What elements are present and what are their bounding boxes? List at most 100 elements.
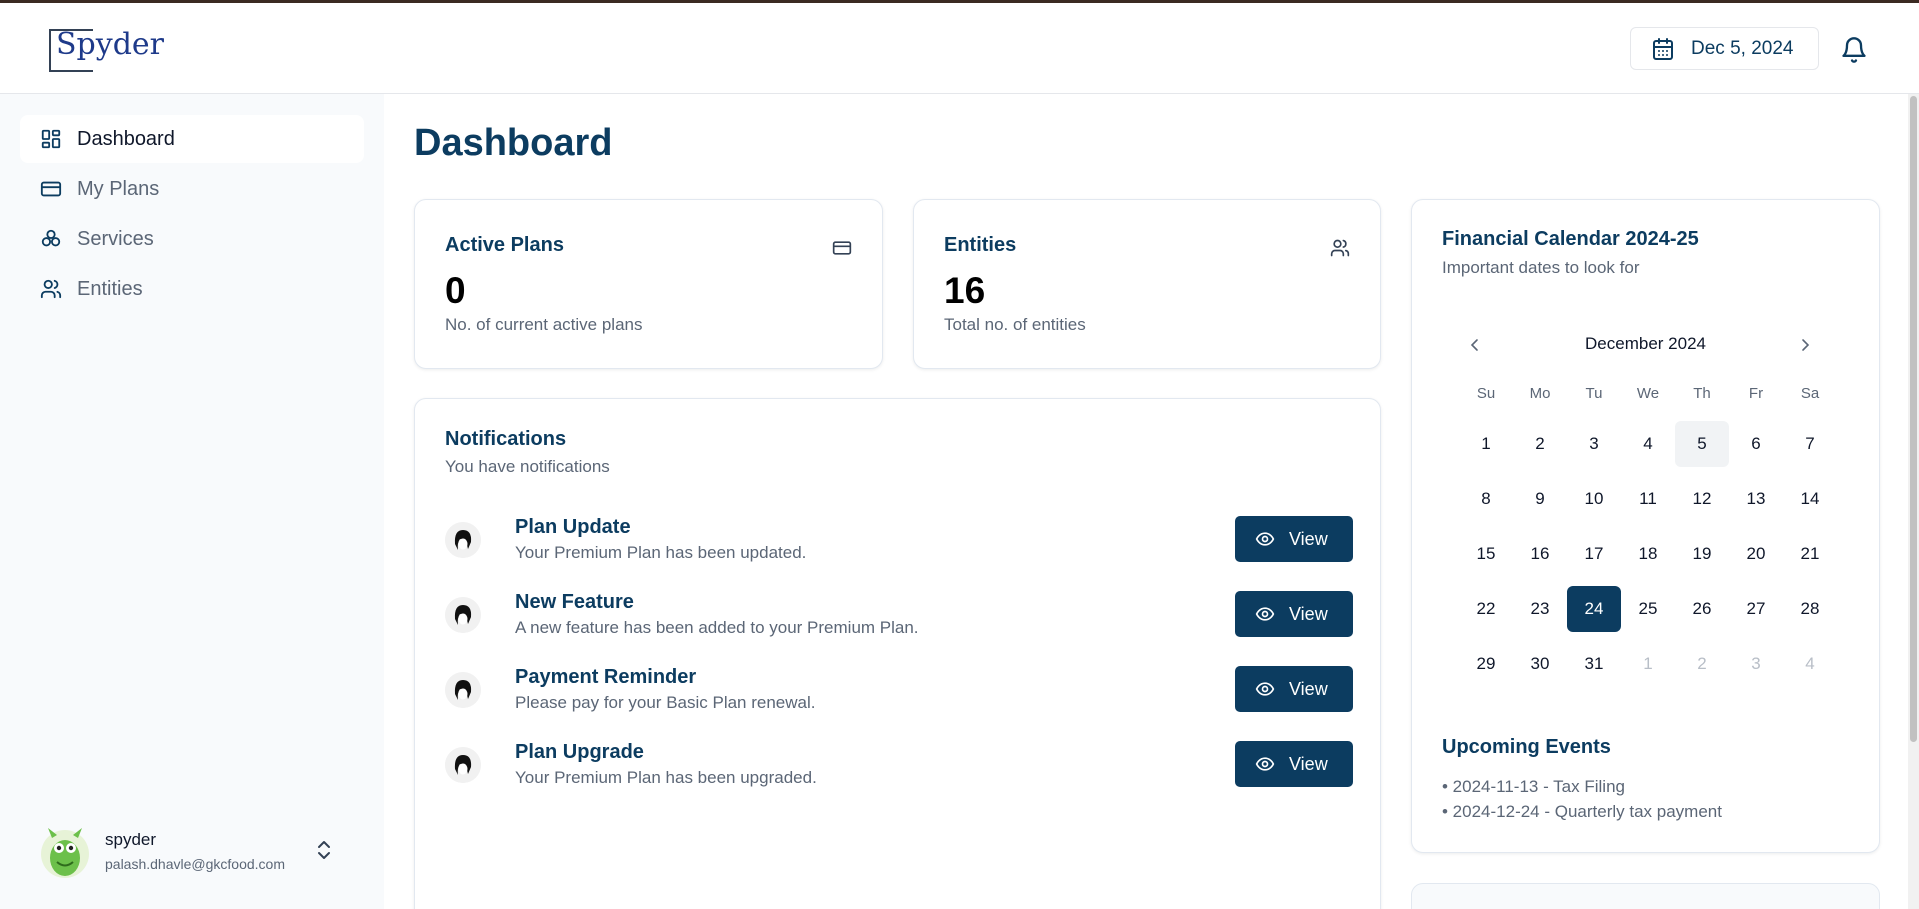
bell-icon[interactable]	[1840, 35, 1868, 65]
stat-title: Active Plans	[445, 234, 564, 256]
page-title: Dashboard	[414, 122, 613, 164]
notification-avatar	[445, 747, 481, 783]
notification-title: Plan Update	[515, 516, 631, 538]
upcoming-events-list: • 2024-11-13 - Tax Filing • 2024-12-24 -…	[1442, 774, 1722, 824]
top-header: Spyder Dec 5, 2024	[0, 3, 1919, 94]
calendar-day[interactable]: 15	[1459, 531, 1513, 577]
users-icon	[1330, 239, 1350, 257]
notification-avatar	[445, 597, 481, 633]
eye-icon	[1255, 532, 1275, 546]
sidebar-item-label: Dashboard	[77, 127, 175, 150]
calendar-day[interactable]: 13	[1729, 476, 1783, 522]
logo-text: Spyder	[56, 27, 165, 62]
stat-value: 0	[445, 270, 466, 311]
notification-description: Your Premium Plan has been upgraded.	[515, 768, 817, 787]
calendar-day[interactable]: 8	[1459, 476, 1513, 522]
layout-dashboard-icon	[41, 129, 61, 149]
notifications-title: Notifications	[445, 428, 567, 450]
financial-calendar-card: Financial Calendar 2024-25 Important dat…	[1411, 199, 1880, 853]
scrollbar-thumb[interactable]	[1910, 96, 1917, 742]
avatar	[41, 828, 89, 878]
notification-title: Payment Reminder	[515, 666, 697, 688]
event-item: • 2024-12-24 - Quarterly tax payment	[1442, 802, 1722, 821]
stat-title: Entities	[944, 234, 1017, 256]
calendar-day[interactable]: 4	[1621, 421, 1675, 467]
calendar-day[interactable]: 19	[1675, 531, 1729, 577]
secondary-card	[1411, 883, 1880, 909]
sidebar: Dashboard My Plans Services Entities spy…	[0, 94, 384, 909]
upcoming-events-title: Upcoming Events	[1442, 736, 1611, 758]
date-picker-button[interactable]: Dec 5, 2024	[1630, 27, 1819, 70]
chevron-right-icon[interactable]	[1797, 336, 1813, 354]
calendar-day[interactable]: 18	[1621, 531, 1675, 577]
notification-title: Plan Upgrade	[515, 741, 644, 763]
sidebar-item-entities[interactable]: Entities	[20, 265, 364, 313]
user-email: palash.dhavle@gkcfood.com	[105, 856, 285, 872]
page-scrollbar[interactable]	[1908, 94, 1919, 909]
notification-title: New Feature	[515, 591, 634, 613]
view-button[interactable]: View	[1235, 591, 1353, 637]
sidebar-item-label: My Plans	[77, 177, 160, 200]
calendar-day[interactable]: 3	[1729, 641, 1783, 687]
stat-value: 16	[944, 270, 986, 311]
eye-icon	[1255, 757, 1275, 771]
calendar-day[interactable]: 6	[1729, 421, 1783, 467]
user-menu[interactable]: spyder palash.dhavle@gkcfood.com	[40, 824, 340, 884]
calendar-day[interactable]: 9	[1513, 476, 1567, 522]
calendar-day[interactable]: 10	[1567, 476, 1621, 522]
calendar-weekday: Fr	[1748, 385, 1764, 402]
sidebar-item-my-plans[interactable]: My Plans	[20, 165, 364, 213]
calendar-weekday: Tu	[1585, 385, 1603, 402]
spyder-logo[interactable]: Spyder	[49, 27, 164, 72]
calendar-day[interactable]: 17	[1567, 531, 1621, 577]
sidebar-item-dashboard[interactable]: Dashboard	[20, 115, 364, 163]
entities-card: Entities 16 Total no. of entities	[913, 199, 1381, 369]
calendar-day[interactable]: 2	[1513, 421, 1567, 467]
calendar-day[interactable]: 4	[1783, 641, 1837, 687]
calendar-weekday: Su	[1476, 385, 1496, 402]
calendar-day[interactable]: 25	[1621, 586, 1675, 632]
calendar-day[interactable]: 22	[1459, 586, 1513, 632]
notification-avatar	[445, 522, 481, 558]
current-date-label: Dec 5, 2024	[1691, 37, 1794, 59]
notification-item: Plan Upgrade Your Premium Plan has been …	[445, 741, 1353, 791]
event-item: • 2024-11-13 - Tax Filing	[1442, 777, 1625, 796]
view-button[interactable]: View	[1235, 666, 1353, 712]
calendar-title: Financial Calendar 2024-25	[1442, 228, 1699, 250]
calendar-day[interactable]: 16	[1513, 531, 1567, 577]
calendar-day[interactable]: 2	[1675, 641, 1729, 687]
calendar-day[interactable]: 7	[1783, 421, 1837, 467]
users-icon	[40, 279, 62, 299]
calendar-day[interactable]: 31	[1567, 641, 1621, 687]
calendar-day[interactable]: 20	[1729, 531, 1783, 577]
calendar-day[interactable]: 11	[1621, 476, 1675, 522]
calendar-day[interactable]: 3	[1567, 421, 1621, 467]
view-button-label: View	[1289, 528, 1328, 549]
calendar-day[interactable]: 27	[1729, 586, 1783, 632]
stat-description: Total no. of entities	[944, 315, 1086, 334]
calendar-day[interactable]: 1	[1621, 641, 1675, 687]
calendar-subtitle: Important dates to look for	[1442, 258, 1640, 277]
calendar-day[interactable]: 29	[1459, 641, 1513, 687]
view-button-label: View	[1289, 603, 1328, 624]
calendar-day[interactable]: 26	[1675, 586, 1729, 632]
credit-card-icon	[40, 181, 62, 197]
notifications-card: Notifications You have notifications Pla…	[414, 398, 1381, 909]
calendar-day[interactable]: 5	[1675, 421, 1729, 467]
calendar-day[interactable]: 24	[1567, 586, 1621, 632]
notification-item: Plan Update Your Premium Plan has been u…	[445, 516, 1353, 566]
view-button[interactable]: View	[1235, 516, 1353, 562]
calendar-day[interactable]: 28	[1783, 586, 1837, 632]
calendar-day[interactable]: 30	[1513, 641, 1567, 687]
calendar-day[interactable]: 21	[1783, 531, 1837, 577]
view-button[interactable]: View	[1235, 741, 1353, 787]
calendar-day[interactable]: 1	[1459, 421, 1513, 467]
sidebar-item-services[interactable]: Services	[20, 215, 364, 263]
calendar-day[interactable]: 23	[1513, 586, 1567, 632]
active-plans-card: Active Plans 0 No. of current active pla…	[414, 199, 883, 369]
notification-avatar	[445, 672, 481, 708]
calendar-day[interactable]: 14	[1783, 476, 1837, 522]
notification-description: A new feature has been added to your Pre…	[515, 618, 919, 637]
calendar-day[interactable]: 12	[1675, 476, 1729, 522]
stat-description: No. of current active plans	[445, 315, 643, 334]
